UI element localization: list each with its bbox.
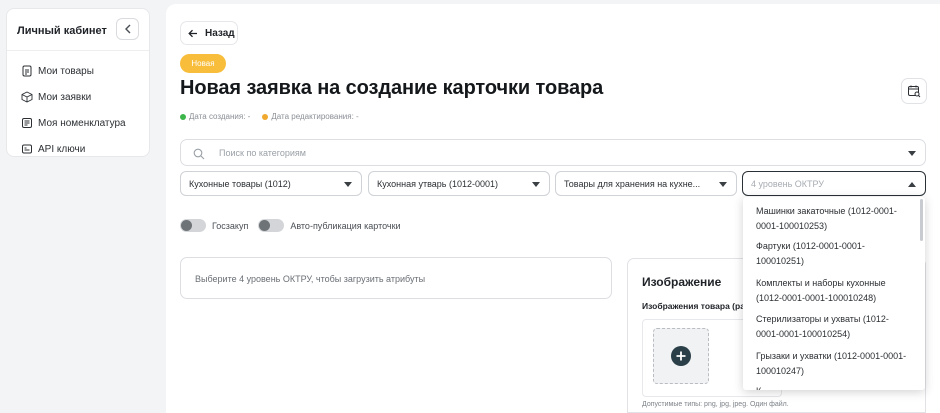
caret-down-icon (532, 182, 540, 187)
back-button-label: Назад (205, 27, 235, 39)
plus-circle-icon (671, 346, 691, 366)
sidebar-item-my-products[interactable]: Мои товары (21, 61, 94, 81)
calendar-button[interactable] (901, 78, 927, 104)
back-button[interactable]: Назад (180, 21, 238, 45)
select-value: Товары для хранения на кухне... (564, 178, 701, 189)
goszakup-toggle[interactable] (180, 219, 206, 232)
edited-date: Дата редактирования: - (262, 112, 359, 121)
category-level-3-select[interactable]: Товары для хранения на кухне... (555, 171, 737, 196)
created-label: Дата создания: (189, 112, 246, 121)
page-title: Новая заявка на создание карточки товара (180, 77, 604, 99)
dropdown-option[interactable]: Машинки закаточные (1012-0001-0001-10001… (756, 204, 911, 233)
caret-down-icon (344, 182, 352, 187)
goszakup-label: Госзакуп (212, 220, 249, 231)
status-dot-icon (262, 113, 269, 120)
created-date: Дата создания: - (180, 112, 250, 121)
sidebar-title: Личный кабинет (17, 25, 107, 37)
key-icon (22, 144, 32, 154)
search-placeholder: Поиск по категориям (219, 148, 306, 158)
category-level-1-select[interactable]: Кухонные товары (1012) (180, 171, 362, 196)
box-icon (21, 91, 33, 103)
sidebar-item-api-keys[interactable]: API ключи (21, 139, 85, 159)
list-icon (22, 118, 32, 128)
arrow-left-icon (188, 29, 197, 37)
calendar-search-icon (908, 85, 921, 98)
autopublish-toggle[interactable] (258, 219, 285, 232)
dates-row: Дата создания: - Дата редактирования: - (180, 112, 359, 121)
edited-label: Дата редактирования: (271, 112, 354, 121)
sidebar-item-label: Мои товары (38, 65, 94, 77)
caret-up-icon (908, 182, 916, 187)
toggles-row: Госзакуп Авто-публикация карточки (180, 219, 401, 232)
chevron-left-icon (124, 24, 130, 34)
dropdown-option[interactable]: К (756, 384, 911, 390)
status-badge: Новая (180, 54, 226, 73)
sidebar: Личный кабинет Мои товары Мои заявки Моя… (6, 8, 150, 157)
edited-value: - (356, 112, 359, 121)
caret-down-icon (908, 151, 916, 156)
oktru-level-4-dropdown: Машинки закаточные (1012-0001-0001-10001… (743, 197, 925, 390)
status-dot-icon (180, 113, 186, 120)
category-search-input[interactable]: Поиск по категориям (180, 139, 926, 166)
dropdown-option[interactable]: Фартуки (1012-0001-0001-100010251) (756, 239, 911, 268)
sidebar-collapse-button[interactable] (116, 18, 139, 40)
sidebar-item-label: API ключи (38, 143, 86, 155)
image-card-subtitle: Изображения товара (ра (642, 301, 745, 311)
sidebar-item-label: Мои заявки (38, 91, 92, 103)
created-value: - (247, 112, 251, 121)
add-image-button[interactable] (653, 328, 709, 384)
image-card-title: Изображение (642, 275, 722, 289)
sidebar-item-my-requests[interactable]: Мои заявки (21, 87, 91, 107)
sidebar-item-my-nomenclature[interactable]: Моя номенклатура (21, 113, 126, 133)
select-value: Кухонная утварь (1012-0001) (377, 178, 499, 189)
dropdown-scrollbar[interactable] (920, 199, 923, 241)
sidebar-divider (7, 50, 149, 51)
attributes-placeholder: Выберите 4 уровень ОКТРУ, чтобы загрузит… (180, 257, 612, 299)
document-icon (22, 65, 32, 77)
dropdown-option[interactable]: Стерилизаторы и ухваты (1012-0001-0001-1… (756, 312, 911, 341)
sidebar-item-label: Моя номенклатура (38, 117, 126, 129)
dropdown-option[interactable]: Комплекты и наборы кухонные (1012-0001-0… (756, 276, 911, 305)
select-placeholder: 4 уровень ОКТРУ (751, 178, 825, 189)
category-level-4-select[interactable]: 4 уровень ОКТРУ (742, 171, 926, 196)
search-icon (193, 148, 205, 160)
autopublish-label: Авто-публикация карточки (290, 220, 401, 231)
caret-down-icon (719, 182, 727, 187)
dropdown-option[interactable]: Грызаки и ухватки (1012-0001-0001-100010… (756, 349, 911, 378)
select-value: Кухонные товары (1012) (189, 178, 291, 189)
image-types-hint: Допустимые типы: png, jpg, jpeg. Один фа… (642, 401, 789, 408)
category-level-2-select[interactable]: Кухонная утварь (1012-0001) (368, 171, 550, 196)
